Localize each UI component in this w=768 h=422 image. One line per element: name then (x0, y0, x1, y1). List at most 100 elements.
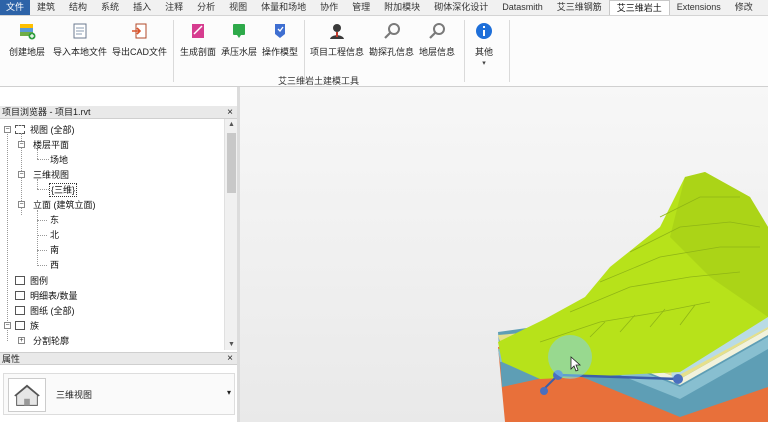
tab-geotech[interactable]: 艾三维岩土 (608, 0, 670, 15)
model-icon (275, 24, 285, 38)
type-selector[interactable]: 三维视图 ▾ (3, 373, 235, 415)
borehole-info-button[interactable]: 勘探孔信息 (369, 22, 414, 58)
ribbon-separator (509, 20, 510, 82)
close-icon[interactable]: × (227, 353, 233, 365)
project-browser-tree: − 视图 (全部) − 楼层平面 场地 − 三维视图 {三维} − 立面 (建筑… (0, 119, 224, 350)
tree-item-profiles[interactable]: 分割轮廓 (33, 335, 69, 347)
chevron-down-icon: ▾ (482, 60, 486, 67)
tab-rebar[interactable]: 艾三维钢筋 (550, 0, 609, 15)
export-cad-button[interactable]: 导出CAD文件 (112, 22, 167, 58)
project-info-button[interactable]: 项目工程信息 (310, 22, 364, 58)
search-icon (383, 23, 400, 39)
tree-item-north[interactable]: 北 (50, 229, 59, 241)
operate-model-button[interactable]: 操作模型 (262, 22, 298, 58)
properties-title: 属性 × (0, 352, 237, 365)
tree-item-schedules[interactable]: 明细表/数量 (30, 290, 78, 302)
views-icon (15, 125, 25, 134)
ribbon-separator (464, 20, 465, 82)
search-icon (429, 23, 445, 39)
project-browser-title-text: 项目浏览器 - 项目1.rvt (2, 107, 91, 117)
tree-connector (37, 220, 47, 221)
person-icon (330, 24, 344, 39)
tab-massing-site[interactable]: 体量和场地 (254, 0, 313, 15)
legend-icon (15, 276, 25, 285)
create-layer-button[interactable]: 创建地层 (9, 22, 45, 58)
tree-item-south[interactable]: 南 (50, 244, 59, 256)
tree-item-elevations[interactable]: 立面 (建筑立面) (33, 199, 96, 211)
tab-modify[interactable]: 修改 (728, 0, 760, 15)
tab-systems[interactable]: 系统 (94, 0, 126, 15)
grip-handle[interactable] (673, 374, 683, 384)
tree-connector (7, 131, 8, 341)
tab-collaborate[interactable]: 协作 (313, 0, 345, 15)
tree-toggle[interactable]: − (4, 126, 11, 133)
aquifer-icon (233, 24, 245, 38)
grip-handle[interactable] (540, 387, 548, 395)
cursor-highlight (548, 335, 592, 379)
tab-manage[interactable]: 管理 (345, 0, 377, 15)
close-icon[interactable]: × (227, 106, 233, 119)
tree-item-families[interactable]: 族 (30, 320, 39, 332)
3d-viewport[interactable] (240, 87, 768, 422)
tree-item-sheets[interactable]: 图纸 (全部) (30, 305, 75, 317)
layer-info-button[interactable]: 地层信息 (419, 22, 455, 58)
other-dropdown-button[interactable]: 其他 ▾ (475, 22, 493, 67)
ribbon-group-label: 艾三维岩土建模工具 (277, 76, 359, 86)
tree-connector (37, 189, 49, 190)
properties-panel: 三维视图 ▾ (0, 365, 237, 422)
tab-file[interactable]: 文件 (0, 0, 31, 15)
scrollbar-thumb[interactable] (227, 133, 236, 193)
project-browser-scrollbar[interactable]: ▲ ▼ (224, 119, 237, 350)
confined-aquifer-button[interactable]: 承压水层 (221, 22, 257, 58)
tree-connector (37, 159, 49, 160)
tree-item-3d-views[interactable]: 三维视图 (33, 169, 69, 181)
tree-toggle[interactable]: − (4, 322, 11, 329)
export-cad-icon (131, 23, 146, 39)
tab-addins[interactable]: 附加模块 (377, 0, 427, 15)
tree-item-site[interactable]: 场地 (50, 154, 68, 166)
tree-item-3d-default[interactable]: {三维} (48, 183, 78, 197)
geological-model[interactable] (240, 87, 768, 422)
import-file-icon (73, 23, 87, 39)
tree-item-west[interactable]: 西 (50, 259, 59, 271)
ribbon-separator (304, 20, 305, 82)
tab-annotate[interactable]: 注释 (158, 0, 190, 15)
tree-connector (37, 250, 47, 251)
tree-toggle[interactable]: − (18, 171, 25, 178)
generate-section-button[interactable]: 生成剖面 (180, 22, 216, 58)
tree-item-views-all[interactable]: 视图 (全部) (30, 124, 75, 136)
section-icon (192, 24, 204, 38)
tree-item-legends[interactable]: 图例 (30, 275, 48, 287)
ribbon-panel: 创建地层 导入本地文件 导出CAD文件 生成剖面 承压水层 操作模型 项目工程信… (0, 16, 768, 87)
tree-item-east[interactable]: 东 (50, 214, 59, 226)
house-3d-icon (14, 384, 40, 406)
tab-insert[interactable]: 插入 (126, 0, 158, 15)
sheet-icon (15, 306, 25, 315)
ribbon-separator (173, 20, 174, 82)
tab-analyze[interactable]: 分析 (190, 0, 222, 15)
tree-toggle[interactable]: − (18, 201, 25, 208)
project-browser-title: 项目浏览器 - 项目1.rvt × (0, 106, 237, 119)
tab-view[interactable]: 视图 (222, 0, 254, 15)
tree-connector (37, 210, 38, 266)
tab-extensions[interactable]: Extensions (670, 0, 728, 15)
properties-title-text: 属性 (2, 354, 21, 364)
import-local-file-button[interactable]: 导入本地文件 (53, 22, 107, 58)
tab-masonry[interactable]: 砌体深化设计 (427, 0, 495, 15)
info-icon (476, 23, 492, 39)
tab-architecture[interactable]: 建筑 (30, 0, 62, 15)
create-layer-icon (20, 24, 36, 40)
chevron-down-icon[interactable]: ▾ (227, 388, 231, 397)
tree-connector (37, 235, 47, 236)
type-name: 三维视图 (56, 390, 93, 400)
tree-toggle[interactable]: − (18, 141, 25, 148)
family-icon (15, 321, 25, 330)
tree-item-floor-plans[interactable]: 楼层平面 (33, 139, 69, 151)
tree-connector (37, 265, 47, 266)
tab-structure[interactable]: 结构 (62, 0, 94, 15)
tab-datasmith[interactable]: Datasmith (495, 0, 550, 15)
ribbon-tab-bar: 文件 建筑 结构 系统 插入 注释 分析 视图 体量和场地 协作 管理 附加模块… (0, 0, 768, 16)
schedule-icon (15, 291, 25, 300)
tree-toggle[interactable]: + (18, 337, 25, 344)
view-type-thumbnail (8, 378, 46, 412)
